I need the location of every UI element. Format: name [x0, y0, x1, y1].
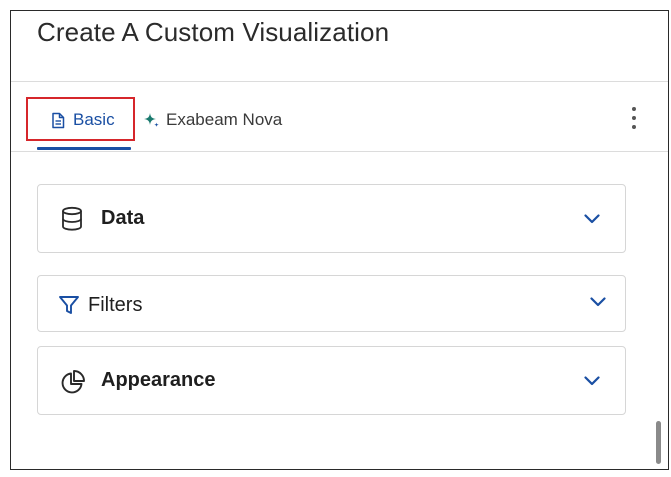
scrollbar-thumb[interactable]: [656, 421, 661, 464]
tab-exabeam-nova[interactable]: Exabeam Nova: [142, 107, 282, 133]
panel-title: Create A Custom Visualization: [37, 17, 390, 47]
section-appearance[interactable]: Appearance: [37, 346, 626, 415]
document-icon: [49, 111, 67, 129]
more-options-icon[interactable]: [627, 105, 641, 131]
section-filters-label: Filters: [88, 294, 143, 316]
chevron-down-icon[interactable]: [589, 296, 607, 308]
tab-basic[interactable]: Basic: [49, 107, 115, 133]
tabs-divider: [11, 151, 668, 152]
tab-basic-label: Basic: [73, 110, 115, 129]
header-divider: [11, 81, 668, 82]
sparkle-icon: [142, 111, 160, 129]
tab-exabeam-nova-label: Exabeam Nova: [166, 110, 283, 129]
custom-visualization-panel: Create A Custom Visualization Basic Exab…: [10, 10, 669, 470]
pie-chart-icon: [60, 369, 86, 395]
section-data[interactable]: Data: [37, 184, 626, 253]
active-tab-indicator: [37, 147, 131, 150]
section-data-label: Data: [101, 207, 145, 229]
filter-icon: [58, 294, 80, 316]
section-filters[interactable]: Filters: [37, 275, 626, 332]
chevron-down-icon[interactable]: [583, 375, 601, 387]
section-appearance-label: Appearance: [101, 369, 216, 391]
database-icon: [60, 206, 84, 232]
chevron-down-icon[interactable]: [583, 213, 601, 225]
